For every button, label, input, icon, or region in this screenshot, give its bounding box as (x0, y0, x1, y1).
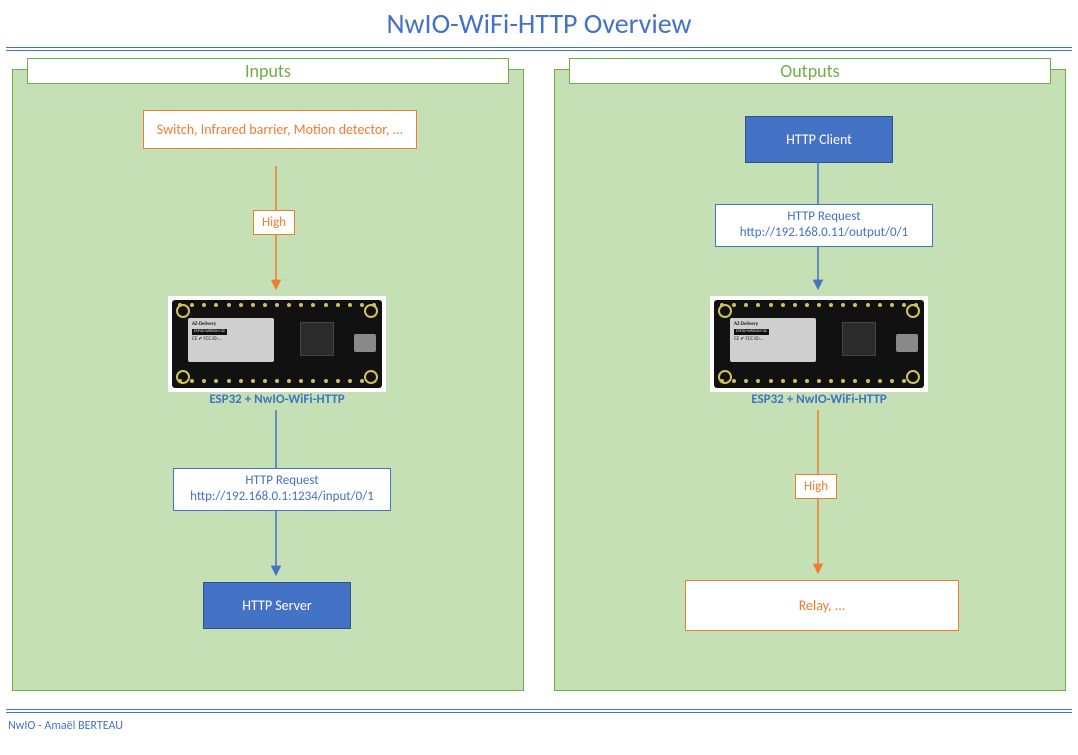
inputs-request-label: HTTP Request http://192.168.0.1:1234/inp… (173, 468, 391, 511)
wroom-shield-icon: AZ-Delivery ESP32-WROOM-32 CE ✔ FCC ID:.… (730, 318, 816, 362)
inputs-header: Inputs (27, 58, 509, 84)
outputs-target-box: Relay, ... (685, 580, 959, 631)
esp32-board-outputs: AZ-Delivery ESP32-WROOM-32 CE ✔ FCC ID:.… (710, 296, 928, 392)
outputs-request-label-text: HTTP Request (724, 209, 924, 225)
esp32-board-inputs: AZ-Delivery ESP32-WROOM-32 CE ✔ FCC ID:.… (168, 296, 386, 392)
outputs-device-caption: ESP32 + NwIO-WiFi-HTTP (705, 392, 933, 407)
mcu-chip-icon (842, 322, 876, 356)
outputs-request-label: HTTP Request http://192.168.0.11/output/… (715, 204, 933, 247)
top-rule (6, 47, 1072, 51)
inputs-request-label-text: HTTP Request (182, 473, 382, 489)
mcu-chip-icon (300, 322, 334, 356)
bottom-rule (6, 709, 1072, 713)
usb-port-icon (896, 334, 918, 352)
inputs-signal-label: High (253, 210, 295, 235)
outputs-header: Outputs (569, 58, 1051, 84)
outputs-signal-label: High (795, 474, 837, 499)
outputs-panel: Outputs HTTP Client HTTP Request http://… (554, 69, 1066, 691)
footer-text: NwIO - Amaël BERTEAU (8, 719, 1070, 733)
inputs-target-box: HTTP Server (203, 582, 351, 629)
outputs-source-box: HTTP Client (745, 116, 893, 163)
page-title: NwIO-WiFi-HTTP Overview (0, 6, 1078, 41)
usb-port-icon (354, 334, 376, 352)
inputs-request-url: http://192.168.0.1:1234/input/0/1 (182, 489, 382, 505)
inputs-source-box: Switch, Infrared barrier, Motion detecto… (143, 110, 417, 149)
inputs-panel: Inputs Switch, Infrared barrier, Motion … (12, 69, 524, 691)
wroom-shield-icon: AZ-Delivery ESP32-WROOM-32 CE ✔ FCC ID:.… (188, 318, 274, 362)
outputs-request-url: http://192.168.0.11/output/0/1 (724, 225, 924, 241)
panels-row: Inputs Switch, Infrared barrier, Motion … (0, 69, 1078, 691)
inputs-device-caption: ESP32 + NwIO-WiFi-HTTP (163, 392, 391, 407)
